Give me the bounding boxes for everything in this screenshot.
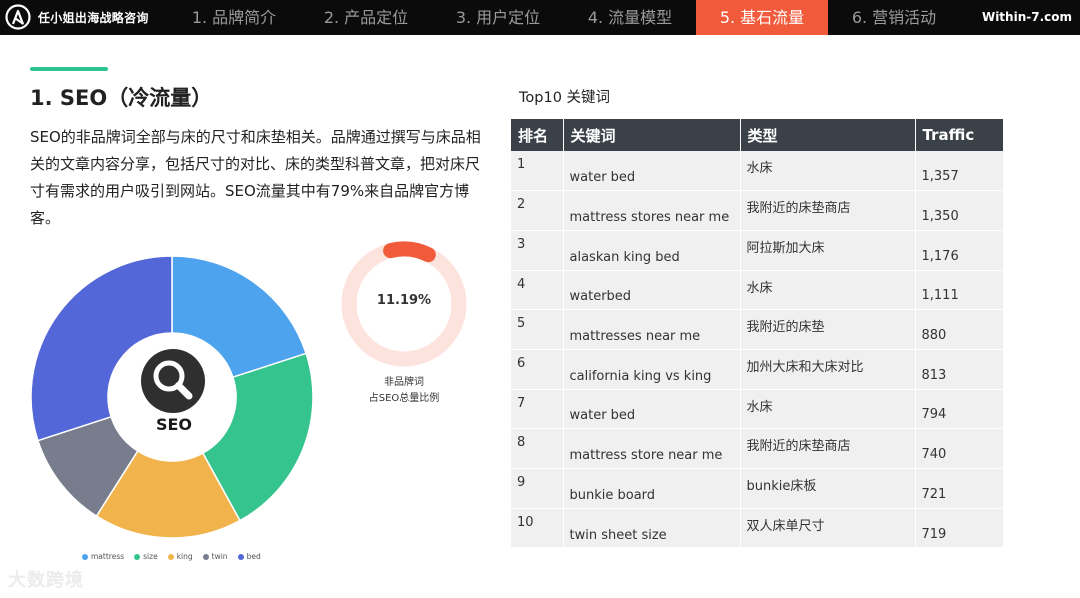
type-cell: 双人床单尺寸: [740, 508, 916, 549]
table-header-row: 排名 关键词 类型 Traffic: [511, 119, 1003, 151]
brand-logo-icon: [5, 4, 31, 30]
table-row: 2 mattress stores near me 我附近的床垫商店 1,350: [511, 190, 1003, 231]
donut-legend: mattress size king twin bed: [82, 552, 261, 561]
rank-cell: 1: [511, 151, 564, 192]
type-cell: 水床: [740, 151, 916, 192]
legend-item-king: king: [167, 552, 193, 561]
tab-brand-intro[interactable]: 1. 品牌简介: [168, 0, 300, 35]
header-rank: 排名: [511, 119, 564, 151]
traffic-cell: 740: [915, 428, 1003, 469]
header-type: 类型: [740, 119, 916, 151]
table-row: 8 mattress store near me 我附近的床垫商店 740: [511, 428, 1003, 469]
legend-swatch: [237, 553, 244, 560]
table-row: 7 water bed 水床 794: [511, 389, 1003, 430]
donut-center-label: SEO: [155, 415, 193, 434]
keyword-cell: waterbed: [563, 270, 741, 311]
legend-item-bed: bed: [237, 552, 261, 561]
type-cell: bunkie床板: [740, 468, 916, 509]
tab-product-positioning[interactable]: 2. 产品定位: [300, 0, 432, 35]
table-row: 6 california king vs king 加州大床和大床对比 813: [511, 349, 1003, 390]
site-link[interactable]: Within-7.com: [982, 10, 1072, 24]
traffic-cell: 1,176: [915, 230, 1003, 271]
traffic-cell: 1,357: [915, 151, 1003, 192]
traffic-cell: 813: [915, 349, 1003, 390]
rank-cell: 7: [511, 389, 564, 430]
ring-caption-line: 占SEO总量比例: [368, 393, 440, 404]
table-row: 10 twin sheet size 双人床单尺寸 719: [511, 508, 1003, 549]
traffic-cell: 719: [915, 508, 1003, 549]
legend-label: king: [176, 552, 193, 561]
keyword-cell: twin sheet size: [563, 508, 741, 549]
traffic-cell: 721: [915, 468, 1003, 509]
traffic-cell: 1,350: [915, 190, 1003, 231]
legend-swatch: [167, 553, 174, 560]
tab-marketing-activities[interactable]: 6. 营销活动: [828, 0, 960, 35]
legend-item-mattress: mattress: [82, 552, 124, 561]
type-cell: 阿拉斯加大床: [740, 230, 916, 271]
keyword-cell: bunkie board: [563, 468, 741, 509]
legend-label: size: [143, 552, 158, 561]
ring-progress-arc: [383, 241, 436, 263]
search-icon: [141, 349, 205, 413]
ring-value-label: 11.19%: [376, 293, 432, 308]
traffic-cell: 794: [915, 389, 1003, 430]
traffic-cell: 1,111: [915, 270, 1003, 311]
type-cell: 我附近的床垫: [740, 309, 916, 350]
section-title: 1. SEO（冷流量）: [30, 86, 213, 110]
type-cell: 我附近的床垫商店: [740, 428, 916, 469]
keyword-cell: water bed: [563, 151, 741, 192]
type-cell: 我附近的床垫商店: [740, 190, 916, 231]
rank-cell: 2: [511, 190, 564, 231]
rank-cell: 9: [511, 468, 564, 509]
tab-traffic-model[interactable]: 4. 流量模型: [564, 0, 696, 35]
rank-cell: 4: [511, 270, 564, 311]
legend-swatch: [134, 553, 141, 560]
legend-item-twin: twin: [202, 552, 228, 561]
legend-swatch: [82, 553, 88, 560]
keyword-cell: mattress store near me: [563, 428, 741, 469]
keyword-cell: california king vs king: [563, 349, 741, 390]
rank-cell: 8: [511, 428, 564, 469]
legend-swatch: [202, 553, 209, 560]
type-cell: 加州大床和大床对比: [740, 349, 916, 390]
rank-cell: 6: [511, 349, 564, 390]
tab-user-positioning[interactable]: 3. 用户定位: [432, 0, 564, 35]
keyword-cell: mattresses near me: [563, 309, 741, 350]
legend-label: mattress: [91, 552, 125, 561]
top-nav-bar: 任小姐出海战略咨询 1. 品牌简介 2. 产品定位 3. 用户定位 4. 流量模…: [0, 0, 1080, 35]
ring-caption-line: 非品牌词: [384, 377, 424, 388]
keyword-cell: alaskan king bed: [563, 230, 741, 271]
brand-name: 任小姐出海战略咨询: [38, 11, 149, 25]
table-row: 4 waterbed 水床 1,111: [511, 270, 1003, 311]
tab-foundation-traffic[interactable]: 5. 基石流量: [696, 0, 828, 35]
ring-caption: 非品牌词 占SEO总量比例: [350, 375, 458, 407]
top-keywords-table: 排名 关键词 类型 Traffic 1 water bed 水床 1,357 2 matt…: [511, 119, 1003, 549]
legend-label: twin: [211, 552, 228, 561]
keyword-cell: water bed: [563, 389, 741, 430]
type-cell: 水床: [740, 270, 916, 311]
legend-item-size: size: [134, 552, 158, 561]
rank-cell: 5: [511, 309, 564, 350]
keyword-cell: mattress stores near me: [563, 190, 741, 231]
table-row: 5 mattresses near me 我附近的床垫 880: [511, 309, 1003, 350]
seo-keyword-donut-chart: SEO: [30, 255, 314, 539]
section-tabs: 1. 品牌简介 2. 产品定位 3. 用户定位 4. 流量模型 5. 基石流量 …: [168, 0, 960, 35]
rank-cell: 10: [511, 508, 564, 549]
title-accent-bar: [30, 67, 108, 71]
rank-cell: 3: [511, 230, 564, 271]
type-cell: 水床: [740, 389, 916, 430]
table-row: 3 alaskan king bed 阿拉斯加大床 1,176: [511, 230, 1003, 271]
traffic-cell: 880: [915, 309, 1003, 350]
table-row: 1 water bed 水床 1,357: [511, 151, 1003, 192]
header-traffic: Traffic: [915, 119, 1003, 151]
section-description: SEO的非品牌词全部与床的尺寸和床垫相关。品牌通过撰写与床品相关的文章内容分享，…: [30, 128, 481, 227]
table-row: 9 bunkie board bunkie床板 721: [511, 468, 1003, 509]
watermark: 大数跨境: [8, 570, 84, 591]
table-title: Top10 关键词: [519, 90, 611, 106]
header-keyword: 关键词: [563, 119, 741, 151]
legend-label: bed: [246, 552, 261, 561]
